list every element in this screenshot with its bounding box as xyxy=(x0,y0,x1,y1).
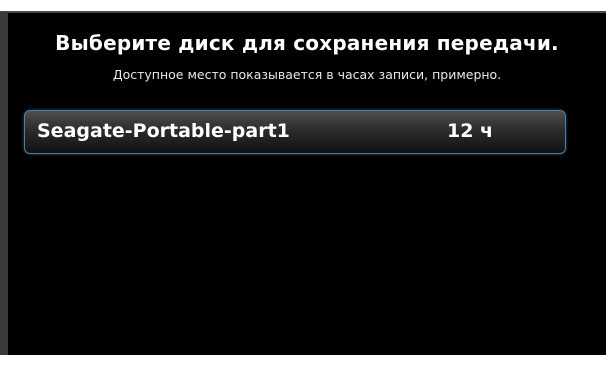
left-frame xyxy=(0,12,8,365)
top-frame-divider xyxy=(0,11,606,13)
disk-list: Seagate-Portable-part1 12 ч xyxy=(24,110,566,154)
disk-name: Seagate-Portable-part1 xyxy=(37,120,290,142)
bottom-frame xyxy=(0,355,606,365)
dialog-title: Выберите диск для сохранения передачи. xyxy=(55,31,559,55)
disk-list-item-selected[interactable]: Seagate-Portable-part1 12 ч xyxy=(24,110,566,154)
recording-disk-dialog: Выберите диск для сохранения передачи. Д… xyxy=(0,0,606,365)
dialog-subtitle: Доступное место показывается в часах зап… xyxy=(112,67,502,82)
disk-free-hours: 12 ч xyxy=(447,120,494,142)
